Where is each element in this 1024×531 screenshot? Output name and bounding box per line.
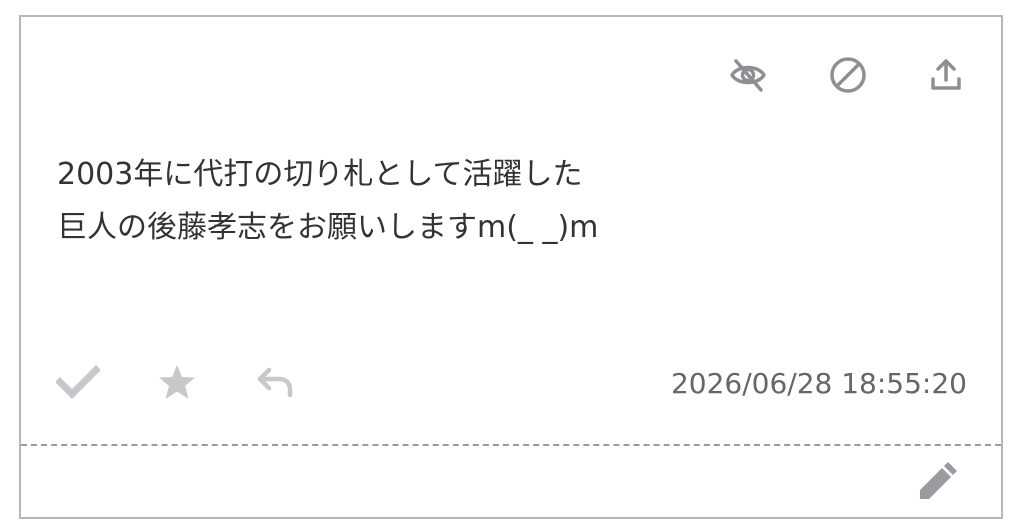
edit-button[interactable] <box>916 459 960 503</box>
hide-button[interactable] <box>726 53 770 97</box>
favorite-button[interactable] <box>155 360 199 404</box>
upload-icon <box>926 55 966 95</box>
star-icon <box>157 362 197 402</box>
reply-button[interactable] <box>253 360 297 404</box>
check-icon <box>56 360 100 404</box>
ban-icon <box>828 55 868 95</box>
eye-slash-icon <box>728 55 768 95</box>
reply-icon <box>255 362 295 402</box>
pencil-icon <box>915 458 961 504</box>
post-timestamp: 2026/06/28 18:55:20 <box>670 367 967 400</box>
divider <box>21 444 1001 446</box>
question-text: 2003年に代打の切り札として活躍した 巨人の後藤孝志をお願いしますm(_ _)… <box>57 148 957 254</box>
answer-button[interactable] <box>56 360 100 404</box>
block-button[interactable] <box>826 53 870 97</box>
question-line-1: 2003年に代打の切り札として活躍した <box>57 157 583 192</box>
question-line-2: 巨人の後藤孝志をお願いしますm(_ _)m <box>57 210 599 245</box>
share-button[interactable] <box>924 53 968 97</box>
